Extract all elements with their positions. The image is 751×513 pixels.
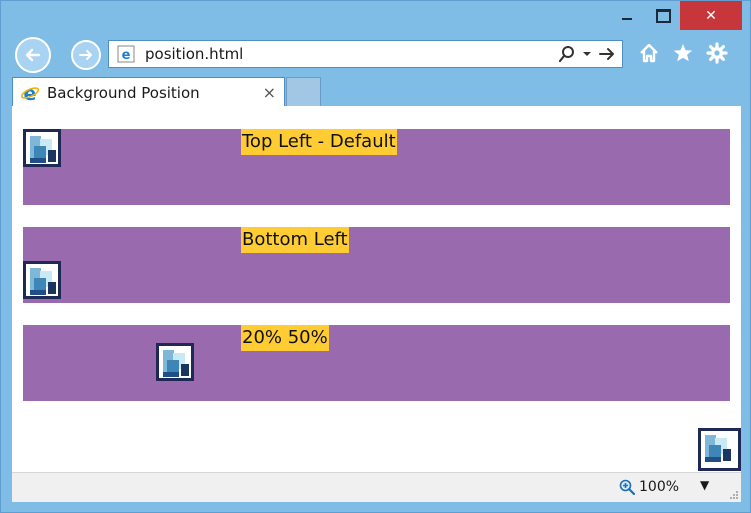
band-label: Bottom Left	[241, 227, 349, 253]
minimize-icon	[622, 17, 632, 20]
resize-grip-icon[interactable]	[729, 490, 739, 500]
band-label: 20% 50%	[241, 325, 329, 351]
svg-text:e: e	[24, 83, 37, 103]
navigation-bar: e position.html	[1, 33, 750, 75]
tab-bar: e Background Position ×	[1, 75, 750, 107]
band-label: Top Left - Default	[241, 129, 397, 155]
close-icon: ✕	[705, 7, 717, 24]
close-button[interactable]: ✕	[680, 1, 742, 30]
zoom-magnifier-icon	[619, 479, 635, 495]
go-arrow-icon[interactable]	[598, 45, 616, 63]
band-20-50: 20% 50%	[23, 325, 730, 401]
new-tab-button[interactable]	[286, 77, 321, 107]
title-bar: ✕	[1, 1, 750, 33]
toolbar-icons	[637, 41, 729, 65]
background-image-icon	[156, 343, 194, 381]
search-icon[interactable]	[558, 45, 576, 63]
minimize-button[interactable]	[607, 1, 647, 30]
tab-title: Background Position	[47, 83, 200, 102]
band-bottom-left: Bottom Left	[23, 227, 730, 303]
back-arrow-icon	[25, 48, 41, 62]
band-top-left: Top Left - Default	[23, 129, 730, 205]
forward-button[interactable]	[71, 40, 101, 70]
settings-gear-icon[interactable]	[705, 41, 729, 65]
address-tools	[558, 45, 616, 63]
tab-close-icon[interactable]: ×	[263, 83, 276, 102]
browser-window: ✕ e position.html e Background Position …	[0, 0, 751, 513]
background-image-icon	[23, 129, 61, 167]
tab-background-position[interactable]: e Background Position ×	[12, 77, 285, 107]
maximize-icon	[655, 8, 671, 23]
maximize-button[interactable]	[647, 1, 679, 30]
dropdown-icon[interactable]	[582, 49, 592, 59]
page-background-image-icon	[698, 428, 741, 471]
svg-text:e: e	[122, 48, 131, 63]
ie-page-icon: e	[115, 43, 137, 65]
back-button[interactable]	[15, 37, 51, 73]
status-bar: 100% ▼	[12, 472, 741, 502]
ie-logo-icon: e	[19, 82, 41, 104]
zoom-dropdown-icon[interactable]: ▼	[700, 478, 709, 492]
url-text[interactable]: position.html	[145, 45, 558, 63]
background-image-icon	[23, 261, 61, 299]
zoom-control[interactable]: 100%	[619, 479, 679, 495]
forward-arrow-icon	[79, 50, 92, 60]
address-bar[interactable]: e position.html	[108, 40, 623, 68]
home-icon[interactable]	[637, 41, 661, 65]
favorites-star-icon[interactable]	[671, 41, 695, 65]
zoom-level: 100%	[639, 479, 680, 495]
page-content: Top Left - Default Bottom Left 20% 50%	[12, 106, 741, 472]
